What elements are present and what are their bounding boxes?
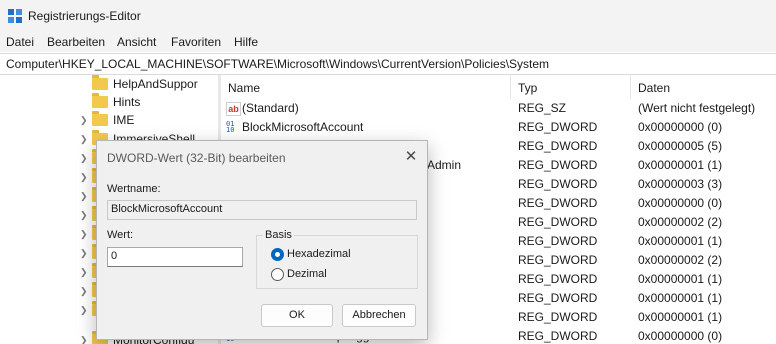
address-bar[interactable]: Computer\HKEY_LOCAL_MACHINE\SOFTWARE\Mic… bbox=[0, 53, 776, 75]
menu-favoriten[interactable]: Favoriten bbox=[171, 35, 221, 49]
registry-editor-icon bbox=[8, 9, 22, 23]
value-data: 0x00000000 (0) bbox=[638, 196, 723, 210]
value-type: REG_DWORD bbox=[518, 329, 598, 343]
value-type: REG_DWORD bbox=[518, 234, 598, 248]
value-row[interactable]: 01 10 BlockMicrosoftAccount REG_DWORD 0x0… bbox=[221, 118, 776, 137]
chevron-right-icon[interactable]: ❯ bbox=[80, 191, 88, 202]
value-data: (Wert nicht festgelegt) bbox=[638, 101, 756, 115]
edit-dword-dialog: DWORD-Wert (32-Bit) bearbeiten ✕ Wertnam… bbox=[96, 140, 428, 340]
menu-ansicht[interactable]: Ansicht bbox=[117, 35, 156, 49]
chevron-right-icon[interactable]: ❯ bbox=[80, 134, 88, 145]
dialog-title: DWORD-Wert (32-Bit) bearbeiten bbox=[107, 151, 286, 165]
folder-icon bbox=[92, 111, 108, 126]
chevron-right-icon[interactable]: ❯ bbox=[80, 267, 88, 278]
value-type: REG_DWORD bbox=[518, 158, 598, 172]
value-type: REG_DWORD bbox=[518, 139, 598, 153]
window-title: Registrierungs-Editor bbox=[28, 9, 141, 23]
value-type: REG_DWORD bbox=[518, 215, 598, 229]
tree-item[interactable]: HelpAndSuppor bbox=[0, 75, 218, 94]
basis-label: Basis bbox=[263, 229, 294, 241]
tree-item-label: HelpAndSuppor bbox=[113, 77, 198, 91]
value-data: 0x00000001 (1) bbox=[638, 158, 723, 172]
tree-item-label: Hints bbox=[113, 95, 141, 109]
value-type: REG_DWORD bbox=[518, 272, 598, 286]
chevron-right-icon[interactable]: ❯ bbox=[80, 335, 88, 344]
chevron-right-icon[interactable]: ❯ bbox=[80, 248, 88, 259]
chevron-right-icon[interactable]: ❯ bbox=[80, 153, 88, 164]
value-type: REG_DWORD bbox=[518, 253, 598, 267]
chevron-right-icon[interactable]: ❯ bbox=[80, 229, 88, 240]
column-divider[interactable] bbox=[510, 75, 511, 99]
value-type: REG_DWORD bbox=[518, 120, 598, 134]
string-value-icon: ab bbox=[226, 102, 241, 116]
tree-item[interactable]: Hints bbox=[0, 93, 218, 112]
value-row[interactable]: ab (Standard) REG_SZ (Wert nicht festgel… bbox=[221, 99, 776, 118]
value-type: REG_DWORD bbox=[518, 291, 598, 305]
value-name-text: BlockMicrosoftAccount bbox=[111, 203, 223, 215]
value-data: 0x00000001 (1) bbox=[638, 310, 723, 324]
chevron-right-icon[interactable]: ❯ bbox=[80, 210, 88, 221]
value-data: 0x00000003 (3) bbox=[638, 177, 723, 191]
menu-hilfe[interactable]: Hilfe bbox=[234, 35, 258, 49]
value-type: REG_DWORD bbox=[518, 196, 598, 210]
value-data: 0x00000002 (2) bbox=[638, 253, 723, 267]
address-path[interactable]: Computer\HKEY_LOCAL_MACHINE\SOFTWARE\Mic… bbox=[6, 57, 549, 71]
column-header-data[interactable]: Daten bbox=[638, 81, 670, 95]
column-header-name[interactable]: Name bbox=[228, 81, 260, 95]
menu-bar: Datei Bearbeiten Ansicht Favoriten Hilfe bbox=[0, 32, 776, 52]
value-data: 0x00000000 (0) bbox=[638, 329, 723, 343]
value-name: BlockMicrosoftAccount bbox=[242, 120, 364, 134]
value-name-field: BlockMicrosoftAccount bbox=[107, 200, 417, 220]
hexadecimal-label[interactable]: Hexadezimal bbox=[287, 248, 351, 260]
ok-button[interactable]: OK bbox=[261, 304, 333, 327]
menu-bearbeiten[interactable]: Bearbeiten bbox=[47, 35, 105, 49]
value-name-label: Wertname: bbox=[107, 183, 161, 195]
column-divider[interactable] bbox=[630, 75, 631, 99]
value-name: Admin bbox=[427, 158, 462, 172]
title-bar: Registrierungs-Editor bbox=[0, 0, 776, 32]
column-header-type[interactable]: Typ bbox=[518, 81, 537, 95]
value-data: 0x00000005 (5) bbox=[638, 139, 723, 153]
decimal-radio[interactable] bbox=[271, 268, 284, 281]
binary-value-icon: 0110 bbox=[226, 120, 235, 134]
cancel-button[interactable]: Abbrechen bbox=[342, 304, 416, 327]
value-data: 0x00000001 (1) bbox=[638, 234, 723, 248]
value-type: REG_SZ bbox=[518, 101, 567, 115]
chevron-right-icon[interactable]: ❯ bbox=[80, 305, 88, 316]
tree-item-label: IME bbox=[113, 113, 135, 127]
decimal-label[interactable]: Dezimal bbox=[287, 268, 327, 280]
tree-item[interactable]: ❯ IME bbox=[0, 111, 218, 130]
value-name: (Standard) bbox=[242, 101, 299, 115]
value-data-input[interactable]: 0 bbox=[107, 247, 243, 267]
folder-icon bbox=[92, 75, 108, 90]
chevron-right-icon[interactable]: ❯ bbox=[80, 286, 88, 297]
value-data: 0x00000002 (2) bbox=[638, 215, 723, 229]
value-data: 0x00000001 (1) bbox=[638, 291, 723, 305]
chevron-right-icon[interactable]: ❯ bbox=[80, 115, 88, 126]
close-icon[interactable]: ✕ bbox=[401, 147, 421, 167]
value-data: 0x00000000 (0) bbox=[638, 120, 723, 134]
basis-group bbox=[256, 235, 418, 289]
value-data-text[interactable]: 0 bbox=[111, 250, 117, 262]
value-data-label: Wert: bbox=[107, 229, 134, 241]
value-data: 0x00000001 (1) bbox=[638, 272, 723, 286]
value-type: REG_DWORD bbox=[518, 177, 598, 191]
chevron-right-icon[interactable]: ❯ bbox=[80, 172, 88, 183]
value-type: REG_DWORD bbox=[518, 310, 598, 324]
menu-datei[interactable]: Datei bbox=[6, 35, 34, 49]
hexadecimal-radio[interactable] bbox=[271, 248, 284, 261]
folder-icon bbox=[92, 93, 108, 108]
